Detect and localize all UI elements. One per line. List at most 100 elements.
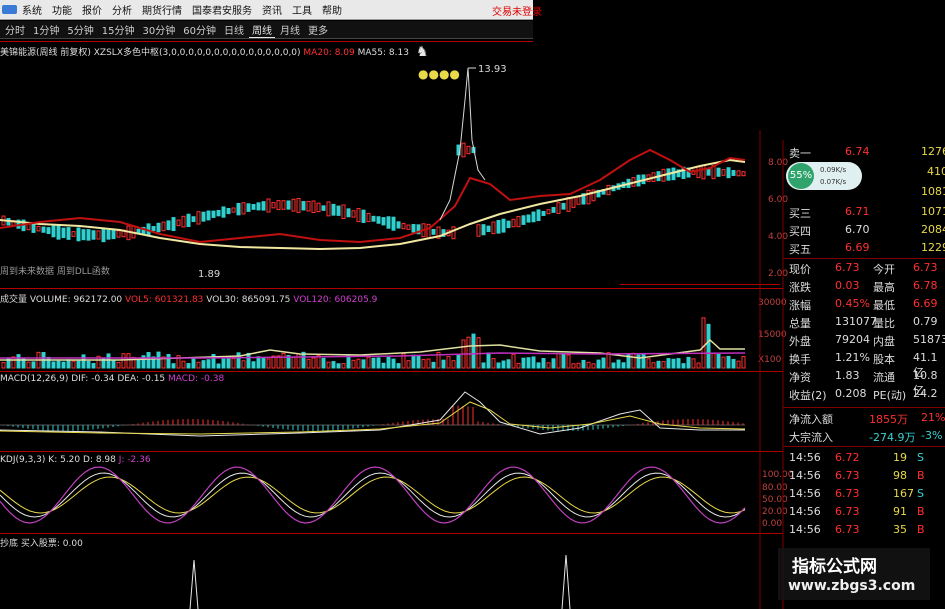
period-fenshi[interactable]: 分时: [2, 22, 28, 37]
coin-icons: ●●●●: [418, 67, 460, 81]
candle: [36, 225, 41, 232]
volume-bar: [101, 358, 106, 369]
volume-bar: [716, 354, 721, 369]
volume-bar: [46, 356, 51, 369]
menu-tools[interactable]: 工具: [289, 2, 315, 17]
speed-widget[interactable]: 55% 0.09K/s 0.07K/s: [786, 162, 862, 190]
bid5-price: 6.69: [845, 241, 870, 254]
volume-bar: [631, 352, 636, 369]
volume-bar: [521, 357, 526, 369]
candle: [516, 216, 521, 228]
separator-kdj: [0, 451, 783, 452]
candle: [181, 215, 186, 228]
volume-bar: [411, 354, 416, 369]
candle: [81, 229, 86, 241]
flow-row: 大宗流入 -274.9万 -3%: [785, 428, 945, 444]
candle: [466, 145, 471, 155]
candle: [86, 229, 91, 241]
stats-label: 涨幅: [789, 299, 811, 312]
candle: [686, 167, 691, 178]
volume-bar: [641, 354, 646, 369]
stats-row: 外盘 79204 内盘 51873: [785, 332, 945, 348]
tick-side: B: [917, 505, 925, 518]
menu-function[interactable]: 功能: [49, 2, 75, 17]
bid3-price: 6.71: [845, 205, 870, 218]
bottom-spike-1: [189, 559, 199, 609]
volume-bar: [296, 353, 301, 369]
candle: [681, 166, 686, 180]
candle: [651, 172, 656, 182]
volume-bar: [341, 363, 346, 369]
volume-bar: [11, 356, 16, 369]
volume-bar: [431, 361, 436, 369]
stats-row: 收益(2) 0.208 PE(动) 24.2: [785, 386, 945, 402]
period-5min[interactable]: 5分钟: [64, 22, 96, 37]
volume-bar: [721, 356, 726, 369]
candle: [731, 170, 736, 176]
candle: [476, 224, 481, 237]
volume-bar: [486, 352, 491, 369]
period-1min[interactable]: 1分钟: [30, 22, 62, 37]
menu-help[interactable]: 帮助: [319, 2, 345, 17]
volume-bar: [596, 359, 601, 369]
candle: [11, 220, 16, 226]
ma55-value: MA55: 8.13: [357, 48, 409, 58]
volume-bar: [51, 361, 56, 369]
menu-info[interactable]: 资讯: [259, 2, 285, 17]
ma-yellow-line: [0, 158, 746, 251]
dif-value: DIF: -0.34: [71, 374, 115, 384]
period-month[interactable]: 月线: [277, 22, 303, 37]
candle: [271, 202, 276, 209]
volume-bar: [426, 358, 431, 369]
volume-bar: [126, 353, 131, 369]
volume-bar: [181, 360, 186, 369]
candle: [561, 202, 566, 210]
volume-bar: [656, 360, 661, 369]
kdj-axis-20: 20.00: [762, 507, 788, 517]
bottom-spike-2: [561, 554, 571, 609]
stats-row: 净资 1.83 流通 10.8亿: [785, 368, 945, 397]
volume-bar: [391, 358, 396, 369]
menu-system[interactable]: 系统: [19, 2, 45, 17]
menu-gtja-service[interactable]: 国泰君安服务: [189, 2, 255, 17]
candle: [716, 167, 721, 177]
trade-login-button[interactable]: 交易未登录: [492, 3, 542, 18]
candle: [331, 203, 336, 216]
volume-bar: [151, 356, 156, 369]
period-15min[interactable]: 15分钟: [99, 22, 138, 37]
candle: [666, 168, 671, 181]
period-day[interactable]: 日线: [221, 22, 247, 37]
candle: [691, 169, 696, 175]
candle: [306, 200, 311, 212]
volume-bar: [566, 354, 571, 369]
volume-bar: [406, 360, 411, 369]
ma-red-line: [0, 148, 746, 244]
volume-bar: [466, 336, 471, 369]
period-30min[interactable]: 30分钟: [139, 22, 178, 37]
quote-sep-2: [783, 407, 945, 408]
volume-bar: [176, 355, 181, 369]
period-week[interactable]: 周线: [248, 22, 275, 38]
candle: [671, 167, 676, 181]
volume-bar: [301, 351, 306, 369]
volume-bar: [191, 357, 196, 369]
volume-bar: [636, 354, 641, 369]
stats-label: 净资: [789, 371, 811, 384]
menu-quote[interactable]: 报价: [79, 2, 105, 17]
bid4-vol: 2084: [921, 223, 945, 236]
period-60min[interactable]: 60分钟: [180, 22, 219, 37]
candle: [736, 170, 741, 177]
candle: [131, 225, 136, 239]
menu-futures[interactable]: 期货行情: [139, 2, 185, 17]
menu-analysis[interactable]: 分析: [109, 2, 135, 17]
dea-line: [0, 401, 746, 435]
volume-bar: [281, 352, 286, 369]
volume-bar: [61, 361, 66, 369]
candle: [301, 201, 306, 211]
candle: [71, 231, 76, 237]
candle: [106, 229, 111, 240]
volume-bar: [251, 361, 256, 369]
bid3-vol: 1071: [921, 205, 945, 218]
period-more[interactable]: 更多: [305, 22, 331, 37]
stats-label-2: 最高: [873, 281, 895, 294]
